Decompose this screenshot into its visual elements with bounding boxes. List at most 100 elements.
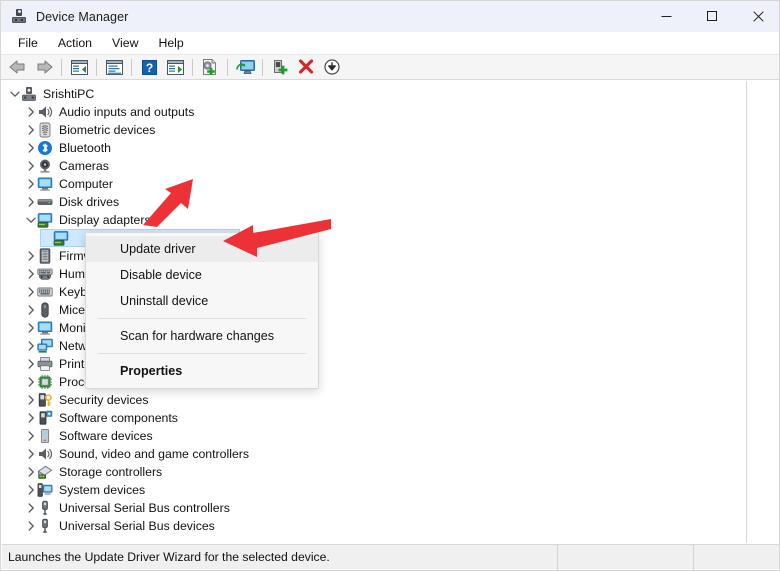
- tree-item[interactable]: Storage controllers: [2, 463, 746, 481]
- tree-item[interactable]: Security devices: [2, 391, 746, 409]
- tree-item-label: Display adapters: [59, 213, 151, 227]
- properties-button[interactable]: [102, 56, 126, 78]
- tree-item-label: Bluetooth: [59, 141, 111, 155]
- update-driver-icon: [203, 59, 216, 75]
- toolbar-separator-2: [96, 58, 97, 76]
- context-menu-item-label: Update driver: [120, 242, 196, 256]
- device-manager-icon: [11, 8, 27, 25]
- tree-expander[interactable]: [24, 265, 37, 283]
- scan-hardware-changes-button[interactable]: [233, 56, 257, 78]
- usb-icon: [37, 518, 53, 534]
- tree-item[interactable]: Universal Serial Bus devices: [2, 517, 746, 535]
- tree-expander[interactable]: [24, 481, 37, 499]
- annotation-arrow-2: [223, 219, 333, 266]
- tree-item[interactable]: Audio inputs and outputs: [2, 103, 746, 121]
- disk-drive-icon: [37, 194, 53, 210]
- tree-expander[interactable]: [24, 193, 37, 211]
- context-menu-item-properties[interactable]: Properties: [86, 358, 318, 384]
- display-adapter-icon: [37, 212, 53, 228]
- tree-item[interactable]: Sound, video and game controllers: [2, 445, 746, 463]
- back-arrow-icon: [9, 60, 25, 74]
- update-driver-button[interactable]: [198, 56, 222, 78]
- action-pane-icon: [166, 59, 184, 75]
- display-adapter-icon: [37, 213, 53, 228]
- tree-expander[interactable]: [24, 211, 37, 229]
- tree-expander[interactable]: [24, 157, 37, 175]
- tree-item-label: Universal Serial Bus devices: [59, 519, 215, 533]
- chevron-right-icon: [28, 521, 34, 531]
- menu-action[interactable]: Action: [49, 34, 101, 52]
- menu-help[interactable]: Help: [149, 34, 192, 52]
- tree-item[interactable]: Disk drives: [2, 193, 746, 211]
- tree-expander[interactable]: [24, 175, 37, 193]
- tree-item[interactable]: Bluetooth: [2, 139, 746, 157]
- chevron-right-icon: [28, 287, 34, 297]
- tree-expander[interactable]: [24, 283, 37, 301]
- tree-item-label: Storage controllers: [59, 465, 163, 479]
- menu-file[interactable]: File: [9, 34, 47, 52]
- chevron-right-icon: [28, 161, 34, 171]
- tree-item[interactable]: System devices: [2, 481, 746, 499]
- tree-expander[interactable]: [24, 391, 37, 409]
- camera-icon: [40, 159, 50, 173]
- menu-view[interactable]: View: [103, 34, 147, 52]
- annotation-arrow-1: [141, 169, 221, 232]
- chevron-right-icon: [28, 107, 34, 117]
- tree-item[interactable]: Universal Serial Bus controllers: [2, 499, 746, 517]
- tree-expander[interactable]: [8, 85, 21, 103]
- printer-icon: [37, 356, 53, 371]
- tree-expander[interactable]: [24, 139, 37, 157]
- context-menu-item-uninstall-device[interactable]: Uninstall device: [86, 288, 318, 314]
- tree-expander[interactable]: [24, 445, 37, 463]
- show-hide-console-tree-button[interactable]: [67, 56, 91, 78]
- tree-expander[interactable]: [24, 337, 37, 355]
- close-button[interactable]: [735, 1, 779, 32]
- tree-item[interactable]: Computer: [2, 175, 746, 193]
- tree-expander[interactable]: [24, 499, 37, 517]
- tree-expander[interactable]: [24, 319, 37, 337]
- enable-device-button[interactable]: [268, 56, 292, 78]
- monitor-icon: [37, 321, 53, 335]
- tree-item[interactable]: Software devices: [2, 427, 746, 445]
- tree-item[interactable]: Biometric devices: [2, 121, 746, 139]
- processor-icon: [37, 374, 53, 390]
- camera-icon: [37, 158, 53, 174]
- tree-expander[interactable]: [24, 517, 37, 535]
- usb-icon: [42, 500, 48, 515]
- help-question-icon: ?: [141, 59, 157, 75]
- tree-expander[interactable]: [24, 427, 37, 445]
- tree-expander[interactable]: [24, 121, 37, 139]
- help-button[interactable]: ?: [137, 56, 161, 78]
- status-pane-3: [694, 545, 779, 570]
- tree-expander[interactable]: [24, 355, 37, 373]
- tree-expander[interactable]: [24, 463, 37, 481]
- context-menu-item-label: Properties: [120, 364, 183, 378]
- tree-expander[interactable]: [24, 409, 37, 427]
- tree-item[interactable]: Software components: [2, 409, 746, 427]
- tree-expander[interactable]: [24, 301, 37, 319]
- display-adapter-icon: [53, 231, 69, 246]
- fingerprint-icon: [39, 122, 51, 138]
- tree-item[interactable]: Cameras: [2, 157, 746, 175]
- show-hide-action-pane-button[interactable]: [163, 56, 187, 78]
- tree-expander[interactable]: [24, 373, 37, 391]
- minimize-button[interactable]: [643, 1, 689, 32]
- scan-monitor-icon: [235, 60, 255, 74]
- toolbar-separator-4: [192, 58, 193, 76]
- disable-device-button[interactable]: [320, 56, 344, 78]
- uninstall-device-button[interactable]: [294, 56, 318, 78]
- tree-item-label: Computer: [59, 177, 113, 191]
- context-menu-separator: [98, 353, 306, 354]
- chevron-down-icon: [9, 91, 20, 97]
- tree-expander[interactable]: [24, 247, 37, 265]
- tree-item-label: Audio inputs and outputs: [59, 105, 195, 119]
- tree-item-root[interactable]: SrishtiPC: [2, 85, 746, 103]
- context-menu-item-label: Scan for hardware changes: [120, 329, 275, 343]
- tree-expander[interactable]: [24, 103, 37, 121]
- tree-item[interactable]: Display adapters: [2, 211, 746, 229]
- chevron-right-icon: [28, 503, 34, 513]
- context-menu-item-scan-for-hardware-changes[interactable]: Scan for hardware changes: [86, 323, 318, 349]
- maximize-button[interactable]: [689, 1, 735, 32]
- back-button[interactable]: [6, 56, 30, 78]
- forward-button[interactable]: [32, 56, 56, 78]
